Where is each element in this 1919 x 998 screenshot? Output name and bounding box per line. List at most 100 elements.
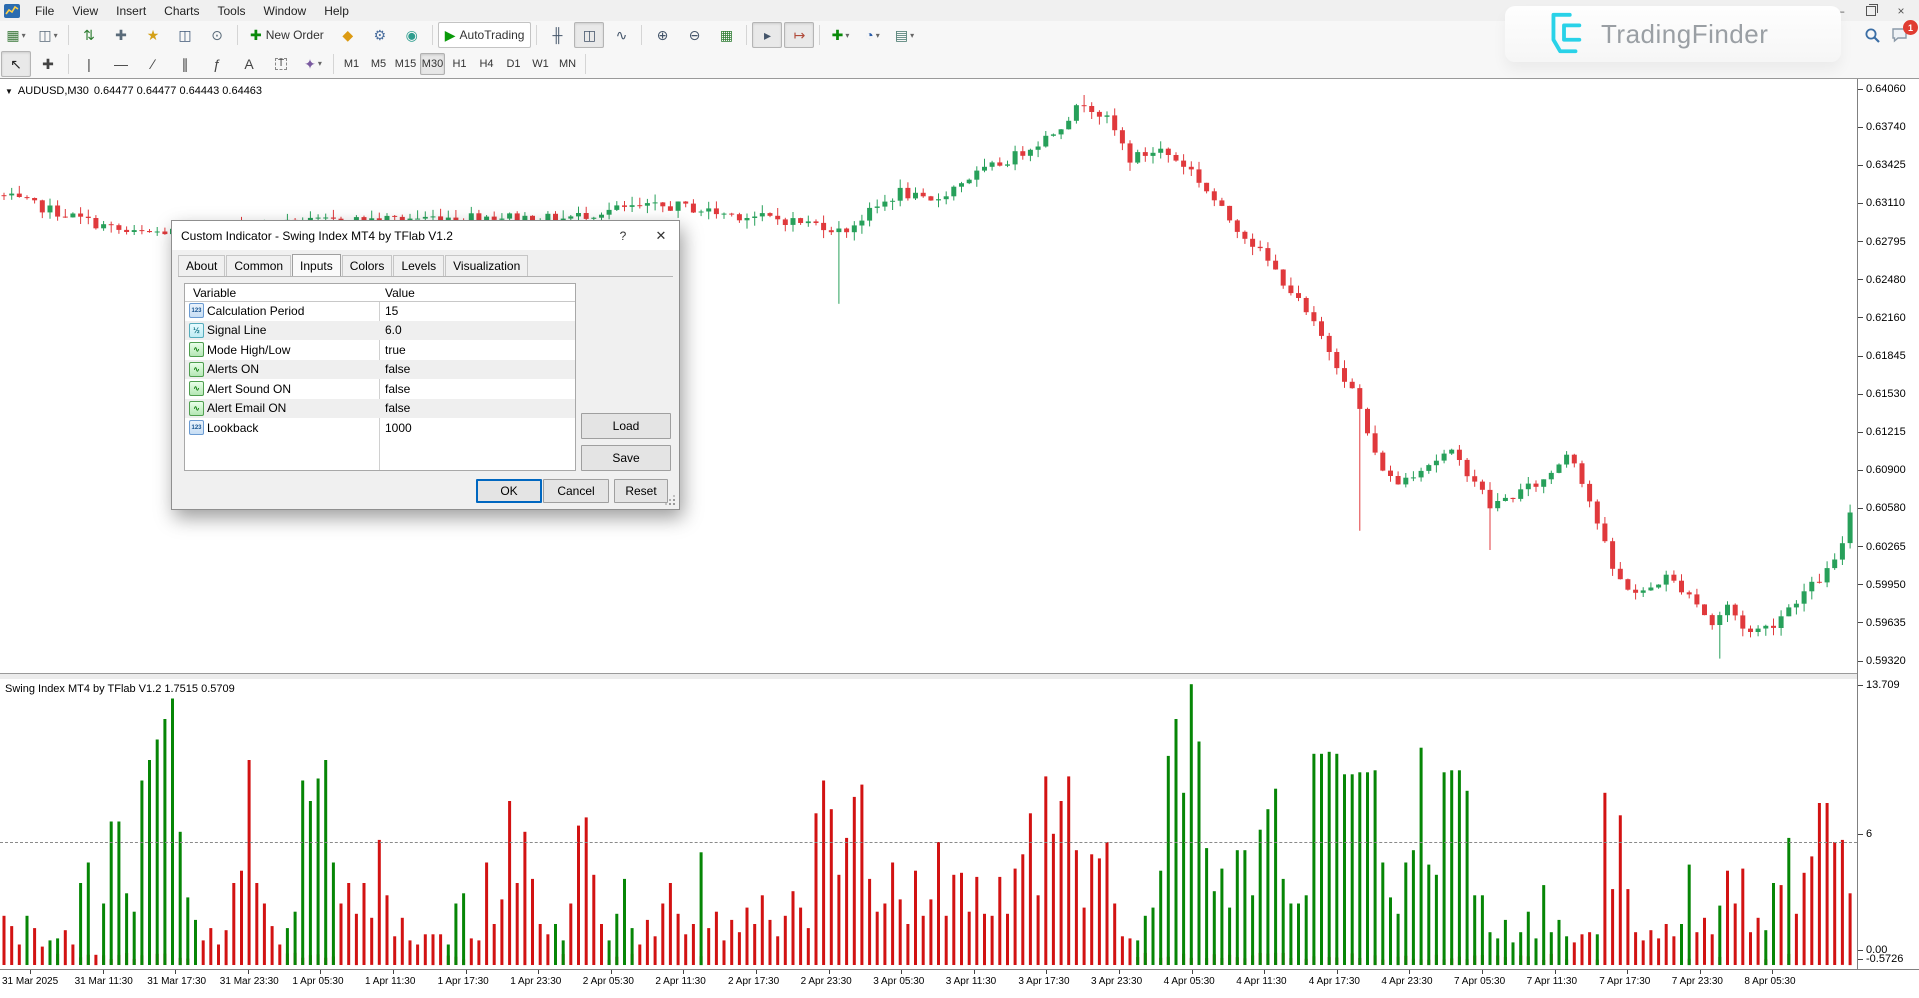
- data-window-icon[interactable]: ✚: [106, 22, 136, 48]
- tab-levels[interactable]: Levels: [393, 255, 444, 276]
- strategy-tester-icon[interactable]: ⊙: [202, 22, 232, 48]
- dialog-close-button[interactable]: ✕: [645, 221, 677, 250]
- arrows-icon[interactable]: ✦▾: [298, 51, 328, 77]
- load-button[interactable]: Load: [581, 413, 671, 439]
- navigator-icon[interactable]: ★: [138, 22, 168, 48]
- trendline-icon[interactable]: ∕: [138, 51, 168, 77]
- time-label: 1 Apr 11:30: [365, 976, 415, 987]
- param-type-icon: ½: [189, 323, 204, 338]
- menu-file[interactable]: File: [26, 2, 63, 20]
- dropdown-caret-icon[interactable]: ▾: [54, 31, 58, 40]
- menu-help[interactable]: Help: [315, 2, 358, 20]
- new-chart-icon[interactable]: ▦▾: [1, 22, 31, 48]
- chat-icon[interactable]: 1: [1891, 27, 1909, 43]
- param-row-signal-line[interactable]: ½ Signal Line 6.0: [185, 321, 575, 340]
- param-value[interactable]: true: [385, 343, 406, 357]
- fibonacci-icon[interactable]: ƒ: [202, 51, 232, 77]
- param-value[interactable]: false: [385, 382, 410, 396]
- market-watch-icon[interactable]: ⇅: [74, 22, 104, 48]
- dropdown-caret-icon[interactable]: ▾: [845, 31, 849, 40]
- tile-windows-icon[interactable]: ▦: [711, 22, 741, 48]
- timeframe-m30[interactable]: M30: [420, 53, 445, 75]
- templates-icon[interactable]: ▤▾: [889, 22, 919, 48]
- timeframe-m15[interactable]: M15: [393, 53, 418, 75]
- data-window-glyph: ✚: [115, 28, 127, 42]
- chart-candles-icon[interactable]: ◫: [574, 22, 604, 48]
- horizontal-line-icon[interactable]: —: [106, 51, 136, 77]
- navigator-glyph: ★: [147, 28, 160, 42]
- profiles-icon[interactable]: ◫▾: [33, 22, 63, 48]
- param-value[interactable]: 1000: [385, 421, 412, 435]
- menu-charts[interactable]: Charts: [155, 2, 208, 20]
- zoom-out-icon[interactable]: ⊖: [679, 22, 709, 48]
- tab-visualization[interactable]: Visualization: [445, 255, 528, 276]
- vertical-line-icon[interactable]: |: [74, 51, 104, 77]
- param-value[interactable]: false: [385, 362, 410, 376]
- time-label: 7 Apr 11:30: [1527, 976, 1577, 987]
- terminal-icon[interactable]: ◫: [170, 22, 200, 48]
- menu-tools[interactable]: Tools: [209, 2, 255, 20]
- param-value[interactable]: 6.0: [385, 323, 402, 337]
- dialog-title-bar[interactable]: Custom Indicator - Swing Index MT4 by TF…: [172, 221, 679, 250]
- time-label: 1 Apr 23:30: [510, 976, 561, 987]
- price-axis[interactable]: 0.640600.637400.634250.631100.627950.624…: [1857, 79, 1919, 969]
- timeframe-d1[interactable]: D1: [501, 53, 526, 75]
- timeframe-h1[interactable]: H1: [447, 53, 472, 75]
- window-close-button[interactable]: ×: [1887, 2, 1915, 20]
- chevron-down-icon[interactable]: ▼: [5, 87, 13, 96]
- param-value[interactable]: 15: [385, 304, 398, 318]
- window-restore-button[interactable]: [1857, 2, 1885, 20]
- cancel-button[interactable]: Cancel: [543, 479, 609, 503]
- text-icon[interactable]: A: [234, 51, 264, 77]
- periods-icon[interactable]: ◔▾: [857, 22, 887, 48]
- dropdown-caret-icon[interactable]: ▾: [910, 31, 914, 40]
- dialog-help-button[interactable]: ?: [607, 221, 639, 250]
- param-row-mode-high-low[interactable]: ∿ Mode High/Low true: [185, 340, 575, 359]
- chart-line-icon[interactable]: ∿: [606, 22, 636, 48]
- tab-common[interactable]: Common: [226, 255, 291, 276]
- zoom-in-icon[interactable]: ⊕: [647, 22, 677, 48]
- crosshair-icon[interactable]: ✚: [33, 51, 63, 77]
- menu-view[interactable]: View: [63, 2, 107, 20]
- menu-window[interactable]: Window: [255, 2, 316, 20]
- save-button[interactable]: Save: [581, 445, 671, 471]
- dropdown-caret-icon[interactable]: ▾: [318, 59, 322, 68]
- dropdown-caret-icon[interactable]: ▾: [22, 31, 26, 40]
- time-axis[interactable]: 31 Mar 202531 Mar 11:3031 Mar 17:3031 Ma…: [0, 969, 1919, 998]
- metaeditor-icon[interactable]: ◆: [333, 22, 363, 48]
- param-row-calculation-period[interactable]: 123 Calculation Period 15: [185, 301, 575, 320]
- market-watch-glyph: ⇅: [83, 28, 95, 42]
- signals-icon[interactable]: ◉: [397, 22, 427, 48]
- param-row-lookback[interactable]: 123 Lookback 1000: [185, 418, 575, 437]
- search-icon[interactable]: [1864, 27, 1881, 44]
- indicators-icon[interactable]: ✚▾: [825, 22, 855, 48]
- tab-inputs[interactable]: Inputs: [292, 254, 341, 276]
- tab-colors[interactable]: Colors: [342, 255, 393, 276]
- experts-icon[interactable]: ⚙: [365, 22, 395, 48]
- toolbar-separator: [536, 25, 537, 45]
- autotrading-button[interactable]: ▶AutoTrading: [438, 22, 532, 48]
- param-row-alert-email-on[interactable]: ∿ Alert Email ON false: [185, 399, 575, 418]
- dropdown-caret-icon[interactable]: ▾: [876, 31, 880, 40]
- timeframe-m1[interactable]: M1: [339, 53, 364, 75]
- timeframe-mn[interactable]: MN: [555, 53, 580, 75]
- reset-button[interactable]: Reset: [614, 479, 668, 503]
- text-label-icon[interactable]: T: [266, 51, 296, 77]
- cursor-icon[interactable]: ↖: [1, 51, 31, 77]
- timeframe-h4[interactable]: H4: [474, 53, 499, 75]
- resize-grip[interactable]: [673, 503, 675, 505]
- auto-scroll-icon[interactable]: ▸: [752, 22, 782, 48]
- chart-shift-icon[interactable]: ↦: [784, 22, 814, 48]
- menu-insert[interactable]: Insert: [107, 2, 155, 20]
- chart-bars-icon[interactable]: ╫: [542, 22, 572, 48]
- param-value[interactable]: false: [385, 401, 410, 415]
- time-tick: [1409, 970, 1410, 974]
- timeframe-m5[interactable]: M5: [366, 53, 391, 75]
- channel-icon[interactable]: ∥: [170, 51, 200, 77]
- param-row-alert-sound-on[interactable]: ∿ Alert Sound ON false: [185, 379, 575, 398]
- ok-button[interactable]: OK: [476, 479, 542, 503]
- tab-about[interactable]: About: [178, 255, 225, 276]
- param-row-alerts-on[interactable]: ∿ Alerts ON false: [185, 360, 575, 379]
- timeframe-w1[interactable]: W1: [528, 53, 553, 75]
- new-order-button[interactable]: ✚New Order: [243, 22, 331, 48]
